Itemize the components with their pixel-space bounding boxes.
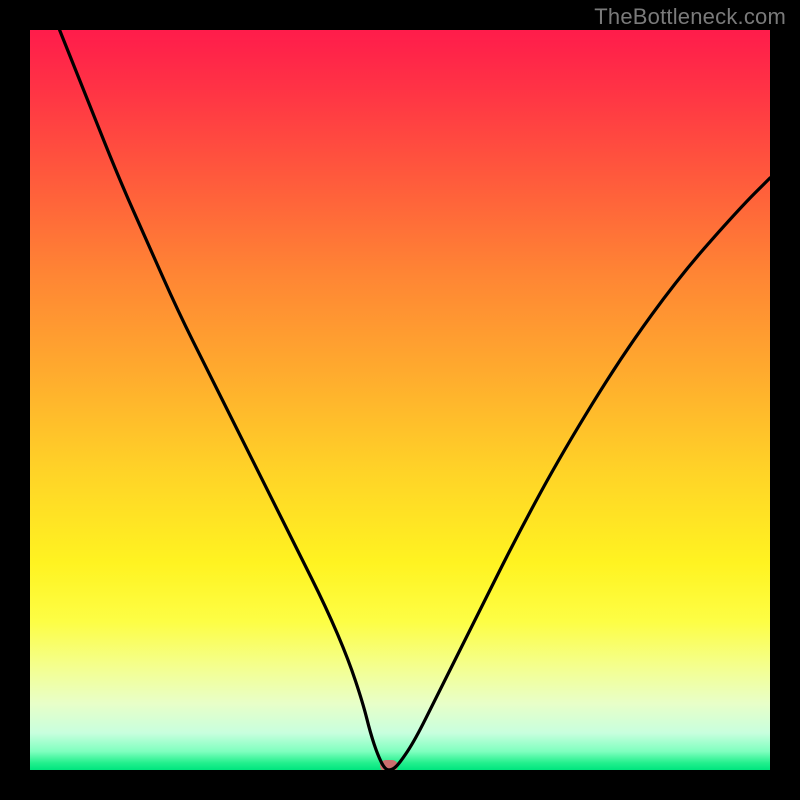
curve-svg: [30, 30, 770, 770]
bottleneck-curve: [60, 30, 770, 770]
plot-area: [30, 30, 770, 770]
chart-frame: TheBottleneck.com: [0, 0, 800, 800]
watermark-text: TheBottleneck.com: [594, 4, 786, 30]
